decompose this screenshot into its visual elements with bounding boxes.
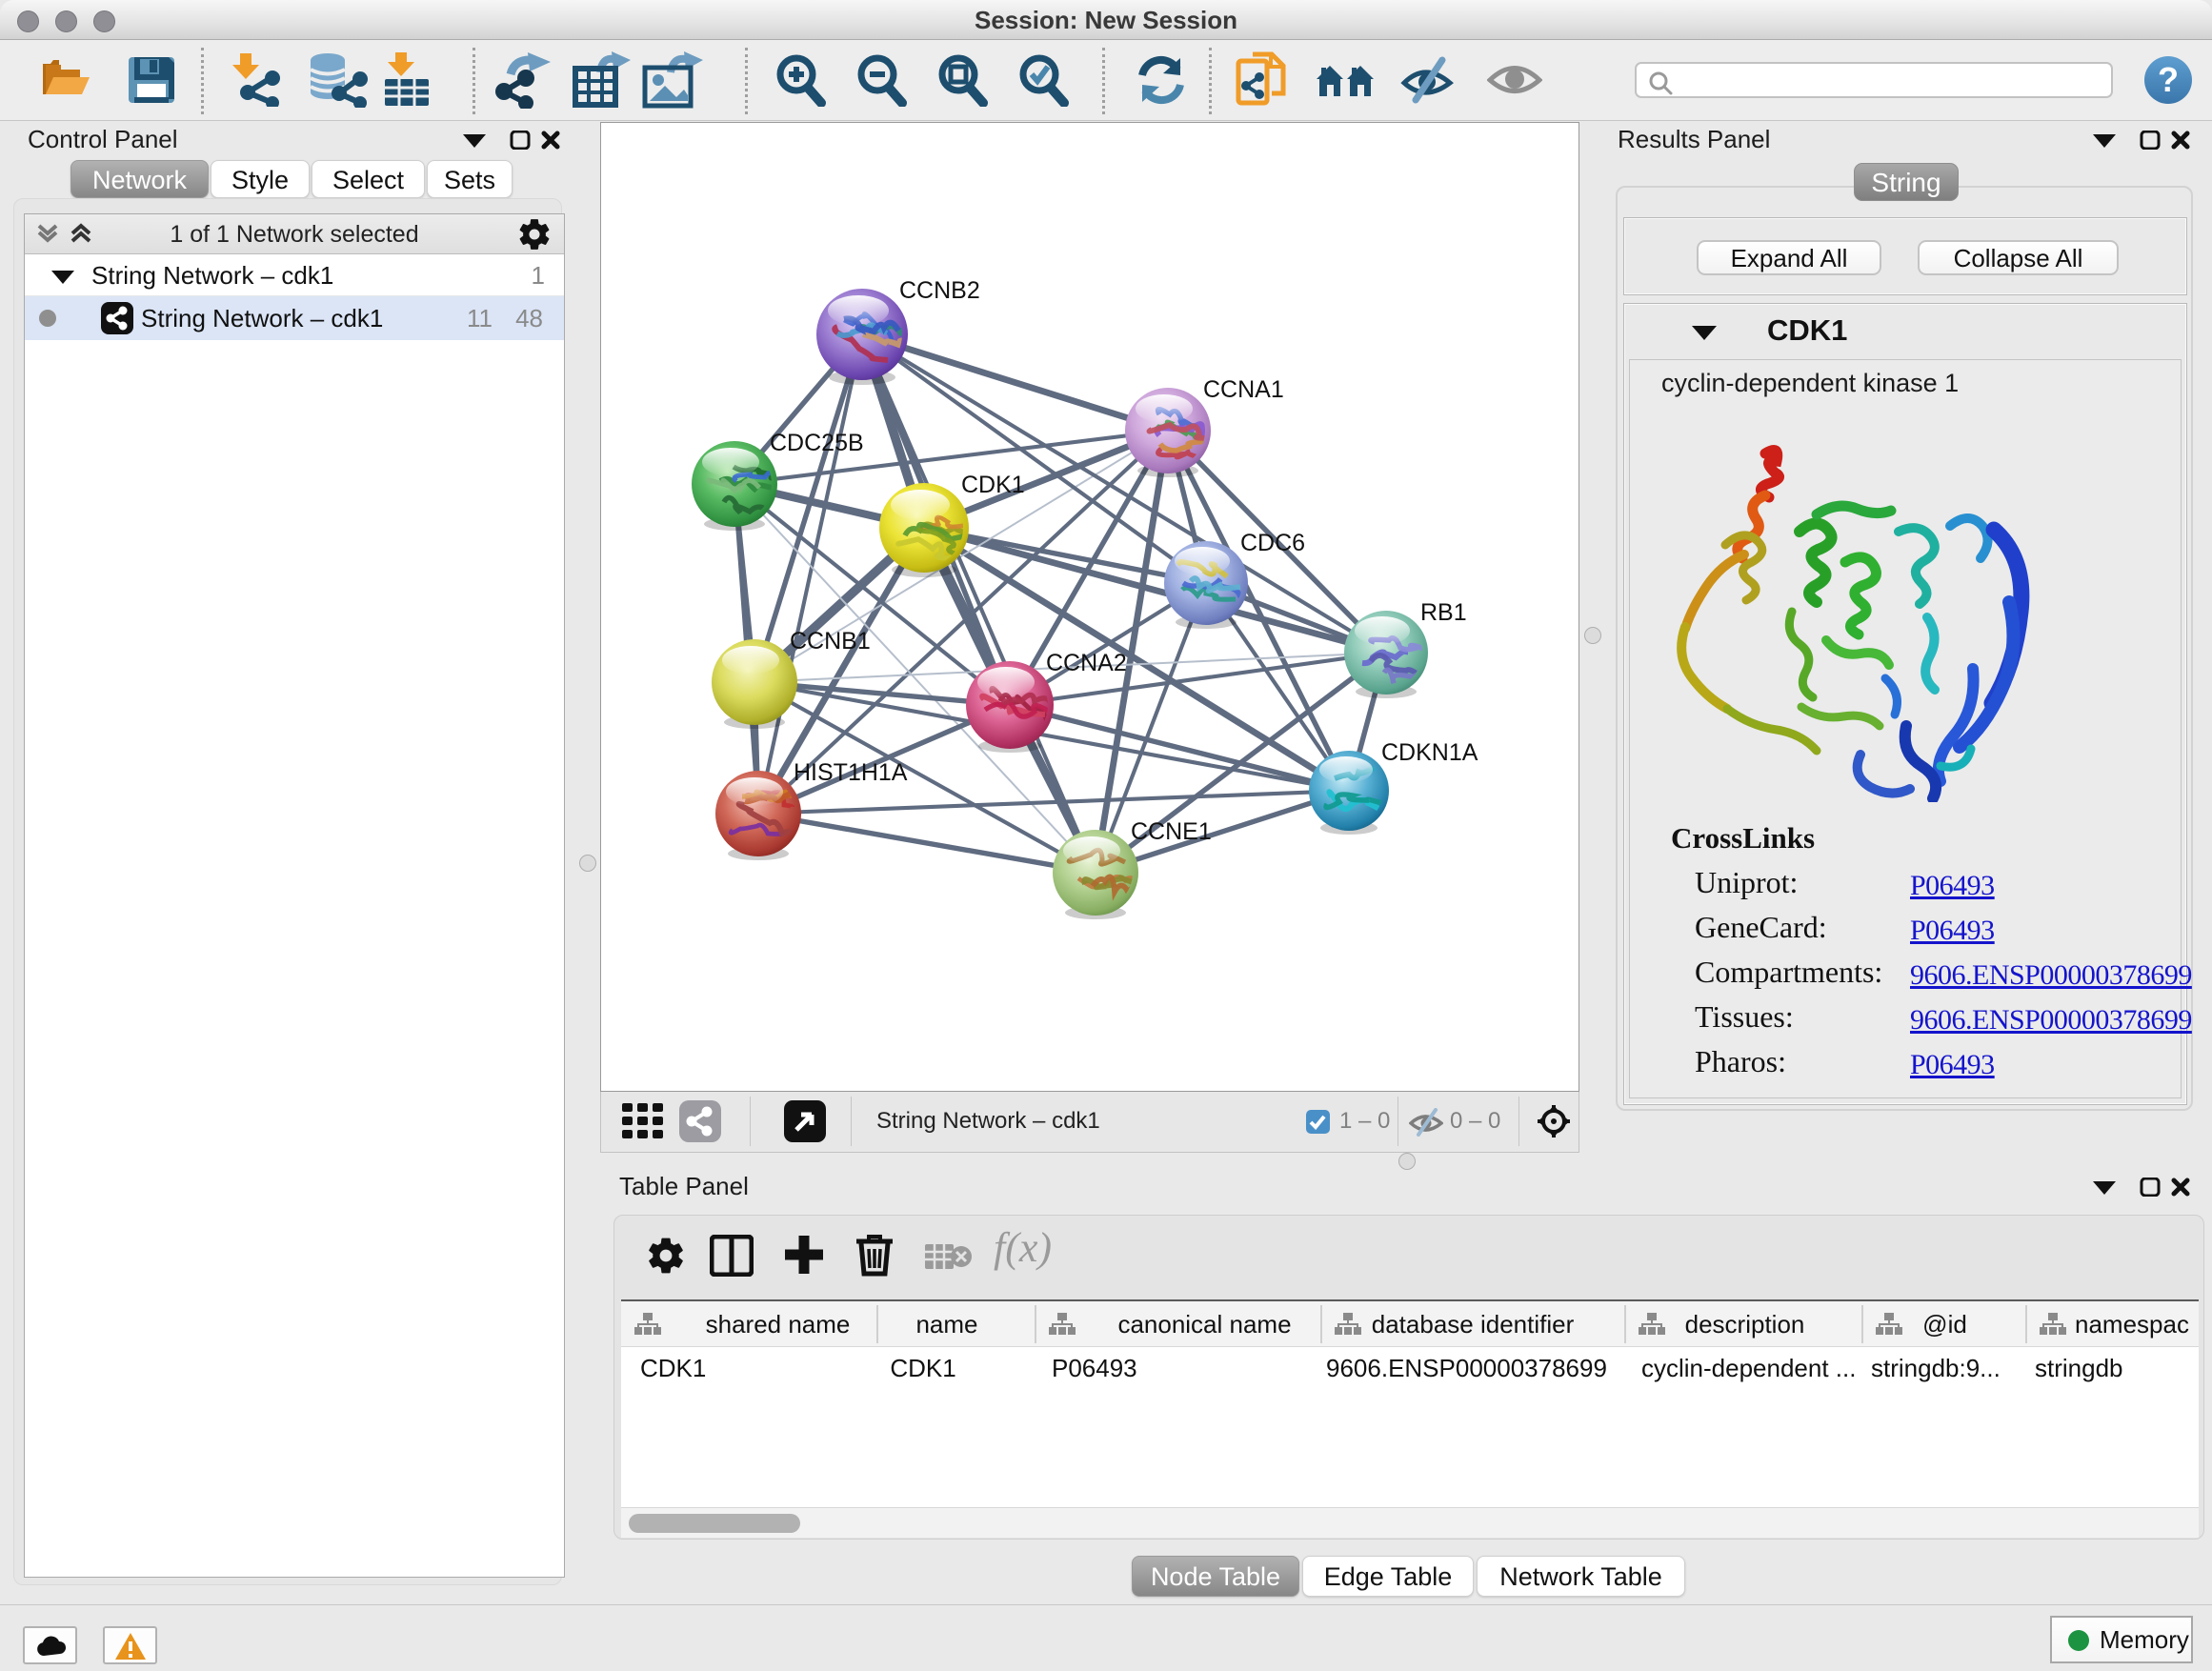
svg-text:CCNB2: CCNB2 [899, 277, 980, 304]
svg-text:CDC25B: CDC25B [770, 430, 864, 456]
svg-text:CCNA2: CCNA2 [1046, 650, 1127, 676]
svg-text:CDKN1A: CDKN1A [1381, 739, 1478, 766]
svg-text:RB1: RB1 [1420, 599, 1467, 626]
svg-text:HIST1H1A: HIST1H1A [794, 759, 908, 786]
svg-text:CDC6: CDC6 [1240, 530, 1305, 556]
svg-text:CDK1: CDK1 [961, 472, 1025, 498]
svg-text:CCNA1: CCNA1 [1203, 376, 1284, 403]
svg-text:CCNB1: CCNB1 [790, 628, 871, 654]
svg-text:CCNE1: CCNE1 [1131, 818, 1212, 845]
